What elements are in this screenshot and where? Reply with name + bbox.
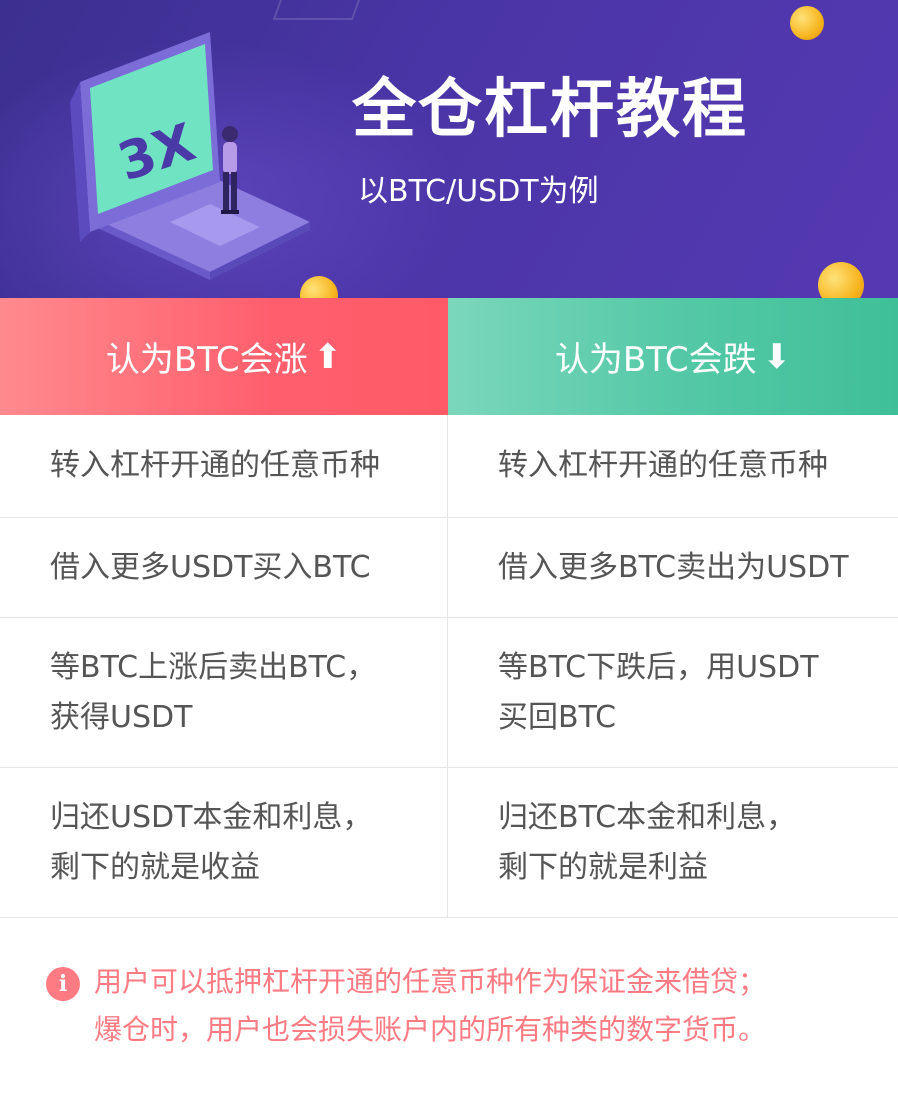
coin-icon	[790, 6, 824, 40]
table-row: 转入杠杆开通的任意币种 转入杠杆开通的任意币种	[0, 415, 898, 518]
cell-text: 归还BTC本金和利息， 剩下的就是利益	[498, 799, 797, 885]
table-cell-fall: 转入杠杆开通的任意币种	[448, 415, 898, 517]
arrow-up-icon: ⬆	[313, 336, 343, 377]
table-cell-rise: 等BTC上涨后卖出BTC， 获得USDT	[0, 618, 448, 767]
cell-text: 借入更多BTC卖出为USDT	[498, 549, 849, 585]
risk-note-text: 用户可以抵押杠杆开通的任意币种作为保证金来借贷； 爆仓时，用户也会损失账户内的所…	[94, 958, 864, 1054]
page-title: 全仓杠杆教程	[352, 73, 748, 147]
table-row: 归还USDT本金和利息， 剩下的就是收益 归还BTC本金和利息， 剩下的就是利益	[0, 768, 898, 918]
page-subtitle: 以BTC/USDT为例	[358, 174, 599, 209]
arrow-down-icon: ⬇	[762, 336, 792, 377]
comparison-table: 转入杠杆开通的任意币种 转入杠杆开通的任意币种 借入更多USDT买入BTC 借入…	[0, 415, 898, 918]
table-cell-rise: 转入杠杆开通的任意币种	[0, 415, 448, 517]
cell-text: 等BTC上涨后卖出BTC， 获得USDT	[50, 649, 377, 735]
table-cell-rise: 归还USDT本金和利息， 剩下的就是收益	[0, 768, 448, 917]
table-cell-fall: 归还BTC本金和利息， 剩下的就是利益	[448, 768, 898, 917]
cell-text: 转入杠杆开通的任意币种	[50, 448, 380, 483]
laptop-illustration: 3X	[70, 32, 310, 280]
cell-text: 归还USDT本金和利息， 剩下的就是收益	[50, 799, 373, 885]
cell-text: 等BTC下跌后，用USDT 买回BTC	[498, 649, 819, 735]
header-banner: 3X 全仓杠杆教程 以BTC/USDT为例	[0, 0, 898, 298]
column-header-fall-label: 认为BTC会跌	[554, 340, 757, 380]
column-header-rise-label: 认为BTC会涨	[105, 340, 308, 380]
risk-note-line-2: 爆仓时，用户也会损失账户内的所有种类的数字货币。	[94, 1013, 767, 1046]
table-cell-fall: 等BTC下跌后，用USDT 买回BTC	[448, 618, 898, 767]
table-cell-rise: 借入更多USDT买入BTC	[0, 518, 448, 617]
cell-text: 借入更多USDT买入BTC	[50, 549, 371, 585]
table-cell-fall: 借入更多BTC卖出为USDT	[448, 518, 898, 617]
coin-icon	[818, 262, 864, 298]
info-icon: i	[46, 967, 80, 1001]
risk-note-line-1: 用户可以抵押杠杆开通的任意币种作为保证金来借贷；	[94, 965, 767, 998]
column-header-fall: 认为BTC会跌 ⬇	[448, 298, 898, 415]
table-row: 借入更多USDT买入BTC 借入更多BTC卖出为USDT	[0, 518, 898, 618]
cell-text: 转入杠杆开通的任意币种	[498, 448, 828, 483]
table-row: 等BTC上涨后卖出BTC， 获得USDT 等BTC下跌后，用USDT 买回BTC	[0, 618, 898, 768]
decorative-shape	[272, 0, 368, 20]
column-header-rise: 认为BTC会涨 ⬆	[0, 298, 448, 415]
